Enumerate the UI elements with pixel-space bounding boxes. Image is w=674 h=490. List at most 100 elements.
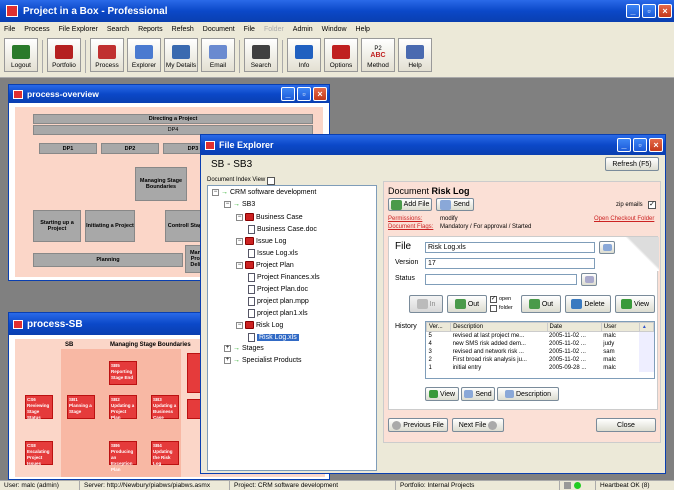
menu-search[interactable]: Search: [107, 26, 129, 33]
toolbar-process-button[interactable]: Process: [90, 38, 124, 72]
delete-button[interactable]: Delete: [565, 295, 611, 313]
directing-box[interactable]: Directing a Project: [33, 114, 313, 124]
cs6-box[interactable]: CS6 Reviewing Stage Status: [25, 395, 53, 420]
tree-item[interactable]: − Project Plan: [236, 261, 294, 269]
history-column-header[interactable]: Date: [546, 322, 602, 332]
status-button[interactable]: [581, 273, 597, 286]
cs8-box[interactable]: CS8 Escalating Project Issues: [25, 441, 53, 466]
sb6-box[interactable]: SB6 Producing an Exception Plan: [109, 441, 137, 472]
tree-item[interactable]: Project Plan.doc: [248, 285, 308, 294]
close-button[interactable]: Close: [596, 418, 656, 432]
close-button[interactable]: ×: [313, 87, 327, 101]
open-checkout-folder-link[interactable]: Open Checkout Folder: [594, 216, 654, 222]
minimize-button[interactable]: _: [617, 138, 631, 152]
open-checkbox[interactable]: ✓: [490, 296, 497, 303]
index-view-checkbox[interactable]: [267, 177, 275, 185]
scrollbar-track[interactable]: [639, 363, 654, 372]
tree-expander-icon[interactable]: −: [212, 189, 219, 196]
maximize-button[interactable]: ▫: [633, 138, 647, 152]
status-input[interactable]: [425, 274, 577, 285]
check-in-button[interactable]: In: [409, 295, 443, 313]
toolbar-email-button[interactable]: Email: [201, 38, 235, 72]
dp1-box[interactable]: DP1: [39, 143, 97, 154]
scrollbar-track[interactable]: [639, 339, 654, 348]
sb1-box[interactable]: SB1 Planning a Stage: [67, 395, 95, 419]
tree-item[interactable]: + → Specialist Products: [224, 357, 302, 364]
menu-file[interactable]: File: [4, 26, 15, 33]
toolbar-my-details-button[interactable]: My Details: [164, 38, 198, 72]
tree-item[interactable]: − → CRM software development: [212, 189, 316, 196]
file-browse-button[interactable]: [599, 241, 615, 254]
tree-item[interactable]: project plan1.xls: [248, 309, 308, 318]
menu-file[interactable]: File: [244, 26, 255, 33]
tree-item[interactable]: + → Stages: [224, 345, 264, 352]
toolbar-search-button[interactable]: Search: [244, 38, 278, 72]
tree-item[interactable]: − Business Case: [236, 213, 303, 221]
table-row[interactable]: 4 new SMS risk added dem... 2005-11-02 ...…: [427, 339, 654, 348]
toolbar-explorer-button[interactable]: Explorer: [127, 38, 161, 72]
toolbar-help-button[interactable]: Help: [398, 38, 432, 72]
previous-file-button[interactable]: Previous File: [388, 418, 448, 432]
file-explorer-title-bar[interactable]: File Explorer _ ▫ ×: [201, 135, 665, 155]
scrollbar-track[interactable]: [639, 347, 654, 356]
starting-box[interactable]: Starting up a Project: [33, 210, 81, 242]
tree-item[interactable]: − Risk Log: [236, 321, 283, 329]
next-file-button[interactable]: Next File: [452, 418, 504, 432]
refresh-button[interactable]: Refresh (F5): [605, 157, 659, 171]
app-minimize-button[interactable]: _: [626, 4, 640, 18]
menu-help[interactable]: Help: [356, 26, 370, 33]
menu-refesh[interactable]: Refesh: [172, 26, 194, 33]
tree-item[interactable]: project plan.mpp: [248, 297, 309, 306]
history-column-header[interactable]: User: [600, 322, 640, 332]
tree-item[interactable]: Business Case.doc: [248, 225, 317, 234]
file-input[interactable]: Risk Log.xls: [425, 242, 595, 253]
check-out-button[interactable]: Out: [447, 295, 487, 313]
tree-expander-icon[interactable]: −: [236, 321, 243, 329]
tree-item[interactable]: − Issue Log: [236, 237, 286, 245]
dp2-box[interactable]: DP2: [101, 143, 159, 154]
history-column-header[interactable]: Description: [450, 322, 548, 332]
table-row[interactable]: 5 revised at last project me... 2005-11-02…: [427, 331, 654, 340]
scrollbar-track[interactable]: [639, 331, 654, 340]
table-row[interactable]: 2 First broad risk analysis ju... 2005-11-…: [427, 355, 654, 364]
sb5-box[interactable]: SB5 Reporting Stage End: [109, 361, 137, 385]
description-button[interactable]: Description: [497, 387, 559, 401]
menu-reports[interactable]: Reports: [138, 26, 163, 33]
toolbar-portfolio-button[interactable]: Portfolio: [47, 38, 81, 72]
view-button[interactable]: View: [615, 295, 655, 313]
menu-window[interactable]: Window: [322, 26, 347, 33]
planning-box[interactable]: Planning: [33, 253, 183, 267]
menu-file-explorer[interactable]: File Explorer: [59, 26, 98, 33]
toolbar-method-button[interactable]: P2 ABC Method: [361, 38, 395, 72]
table-row[interactable]: 3 revised and network risk ... 2005-11-02 …: [427, 347, 654, 356]
folder-checkbox[interactable]: [490, 305, 497, 312]
initiating-box[interactable]: Initiating a Project: [85, 210, 135, 242]
scrollbar-track[interactable]: [639, 355, 654, 364]
tree-expander-icon[interactable]: +: [224, 345, 231, 352]
maximize-button[interactable]: ▫: [297, 87, 311, 101]
sb2-box[interactable]: SB2 Updating a Project Plan: [109, 395, 137, 420]
tree-item[interactable]: Risk Log.xls: [248, 333, 299, 342]
tree-expander-icon[interactable]: +: [224, 357, 231, 364]
version-input[interactable]: 17: [425, 258, 595, 269]
toolbar-info-button[interactable]: Info: [287, 38, 321, 72]
app-maximize-button[interactable]: ▫: [642, 4, 656, 18]
tree-item[interactable]: Issue Log.xls: [248, 249, 298, 258]
zip-emails-checkbox[interactable]: ✓: [648, 201, 656, 209]
menu-admin[interactable]: Admin: [293, 26, 313, 33]
history-table[interactable]: Ver... Description Date User ▲ 5 revised at l…: [425, 321, 655, 379]
controlling-box[interactable]: Controll Stag: [165, 210, 205, 242]
menu-document[interactable]: Document: [203, 26, 235, 33]
tree-item[interactable]: − → SB3: [224, 201, 255, 208]
sb4-box[interactable]: SB4 Updating the Risk Log: [151, 441, 179, 466]
app-close-button[interactable]: ×: [658, 4, 672, 18]
table-row[interactable]: 1 initial entry 2005-09-28 ... malc: [427, 363, 654, 372]
toolbar-logout-button[interactable]: Logout: [4, 38, 38, 72]
tree-expander-icon[interactable]: −: [224, 201, 231, 208]
managing-stage-box[interactable]: Managing Stage Boundaries: [135, 167, 187, 201]
send-button[interactable]: Send: [436, 198, 474, 211]
close-button[interactable]: ×: [649, 138, 663, 152]
tree-expander-icon[interactable]: −: [236, 213, 243, 221]
process-overview-title-bar[interactable]: process-overview _ ▫ ×: [9, 85, 329, 103]
history-send-button[interactable]: Send: [461, 387, 495, 401]
